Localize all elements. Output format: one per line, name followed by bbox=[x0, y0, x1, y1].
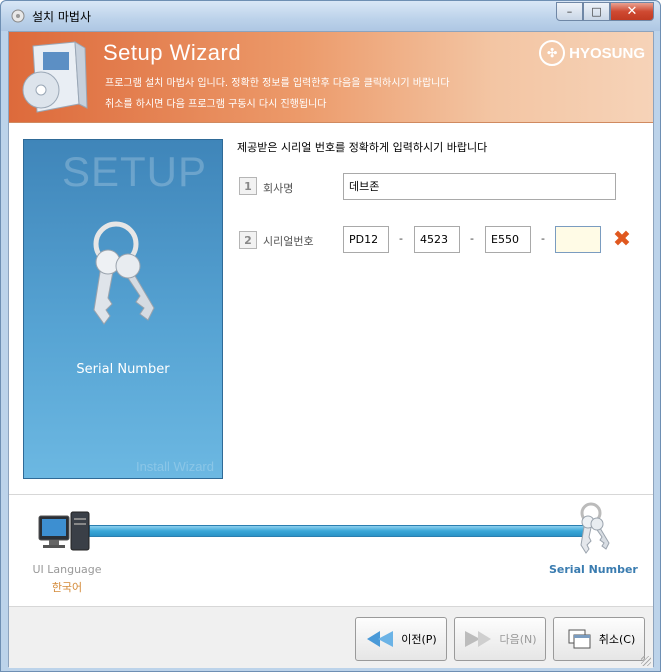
side-panel-heading: SETUP bbox=[62, 148, 208, 195]
close-button[interactable]: ✕ bbox=[610, 2, 654, 21]
cancel-button[interactable]: 취소(C) bbox=[553, 617, 645, 661]
serial-separator: - bbox=[470, 232, 474, 245]
serial-part-2-input[interactable]: 4523 bbox=[414, 226, 460, 253]
serial-separator: - bbox=[399, 232, 403, 245]
prev-button[interactable]: 이전(P) bbox=[355, 617, 447, 661]
setup-window: 설치 마법사 – □ ✕ Setup Wizard 프로그램 설치 마법사 입니… bbox=[0, 0, 661, 672]
step-side-panel: SETUP Serial Number Install Wizard bbox=[23, 139, 223, 479]
serial-part-1-input[interactable]: PD12 bbox=[343, 226, 389, 253]
step-ui-language-value: 한국어 bbox=[51, 581, 83, 594]
minimize-button[interactable]: – bbox=[556, 2, 583, 21]
forward-arrow-icon bbox=[465, 631, 492, 647]
cancel-button-label: 취소(C) bbox=[598, 633, 636, 646]
cancel-windows-icon bbox=[568, 629, 591, 649]
company-field-number: 1 bbox=[239, 177, 257, 195]
side-panel-footer: Install Wizard bbox=[135, 459, 214, 474]
serial-part-3-input[interactable]: E550 bbox=[485, 226, 531, 253]
prev-button-label: 이전(P) bbox=[401, 633, 437, 646]
resize-grip[interactable] bbox=[641, 656, 651, 666]
banner-description-1: 프로그램 설치 마법사 입니다. 정확한 정보를 입력한후 다음을 클릭하시기 … bbox=[105, 78, 450, 89]
company-name-input[interactable]: 데브존 bbox=[343, 173, 616, 200]
serial-key-step-icon bbox=[580, 502, 610, 554]
serial-part-4-input[interactable] bbox=[555, 226, 601, 253]
banner-description-2: 취소를 하시면 다음 프로그램 구동시 다시 진행됩니다 bbox=[105, 99, 327, 110]
header-banner: Setup Wizard 프로그램 설치 마법사 입니다. 정확한 정보를 입력… bbox=[9, 32, 653, 122]
company-field-label: 회사명 bbox=[263, 182, 294, 195]
step-ui-language-label: UI Language bbox=[32, 563, 102, 576]
computer-icon bbox=[38, 511, 90, 551]
progress-track bbox=[89, 525, 589, 537]
next-button[interactable]: 다음(N) bbox=[454, 617, 546, 661]
clear-serial-icon[interactable]: ✖ bbox=[611, 229, 633, 251]
setup-app-icon bbox=[11, 9, 25, 23]
step-serial-number-label: Serial Number bbox=[549, 563, 638, 576]
software-box-icon bbox=[22, 41, 88, 113]
install-progress: UI Language 한국어 Serial Number bbox=[9, 494, 653, 606]
content-area: SETUP Serial Number Install Wizard 제공받은 … bbox=[9, 122, 653, 494]
hyosung-logo-icon: ✣ bbox=[539, 40, 566, 66]
serial-field-number: 2 bbox=[239, 231, 257, 249]
step-ui-language: UI Language 한국어 bbox=[29, 563, 105, 595]
serial-field-label: 시리얼번호 bbox=[263, 235, 314, 248]
serial-separator: - bbox=[541, 232, 545, 245]
caption-buttons: – □ ✕ bbox=[556, 2, 654, 21]
next-button-label: 다음(N) bbox=[499, 633, 537, 646]
back-arrow-icon bbox=[367, 631, 394, 647]
maximize-button[interactable]: □ bbox=[583, 2, 610, 21]
client-area: Setup Wizard 프로그램 설치 마법사 입니다. 정확한 정보를 입력… bbox=[8, 31, 654, 668]
banner-title: Setup Wizard bbox=[103, 40, 242, 65]
window-title: 설치 마법사 bbox=[32, 10, 92, 24]
brand-logo: ✣ HYOSUNG bbox=[539, 40, 645, 66]
title-bar[interactable]: 설치 마법사 – □ ✕ bbox=[1, 1, 660, 31]
form-instruction: 제공받은 시리얼 번호를 정확하게 입력하시기 바랍니다 bbox=[237, 141, 488, 154]
keys-icon bbox=[93, 221, 155, 325]
side-panel-step-label: Serial Number bbox=[76, 362, 170, 377]
brand-name: HYOSUNG bbox=[569, 44, 645, 62]
button-bar: 이전(P) 다음(N) 취소(C) bbox=[9, 606, 653, 668]
